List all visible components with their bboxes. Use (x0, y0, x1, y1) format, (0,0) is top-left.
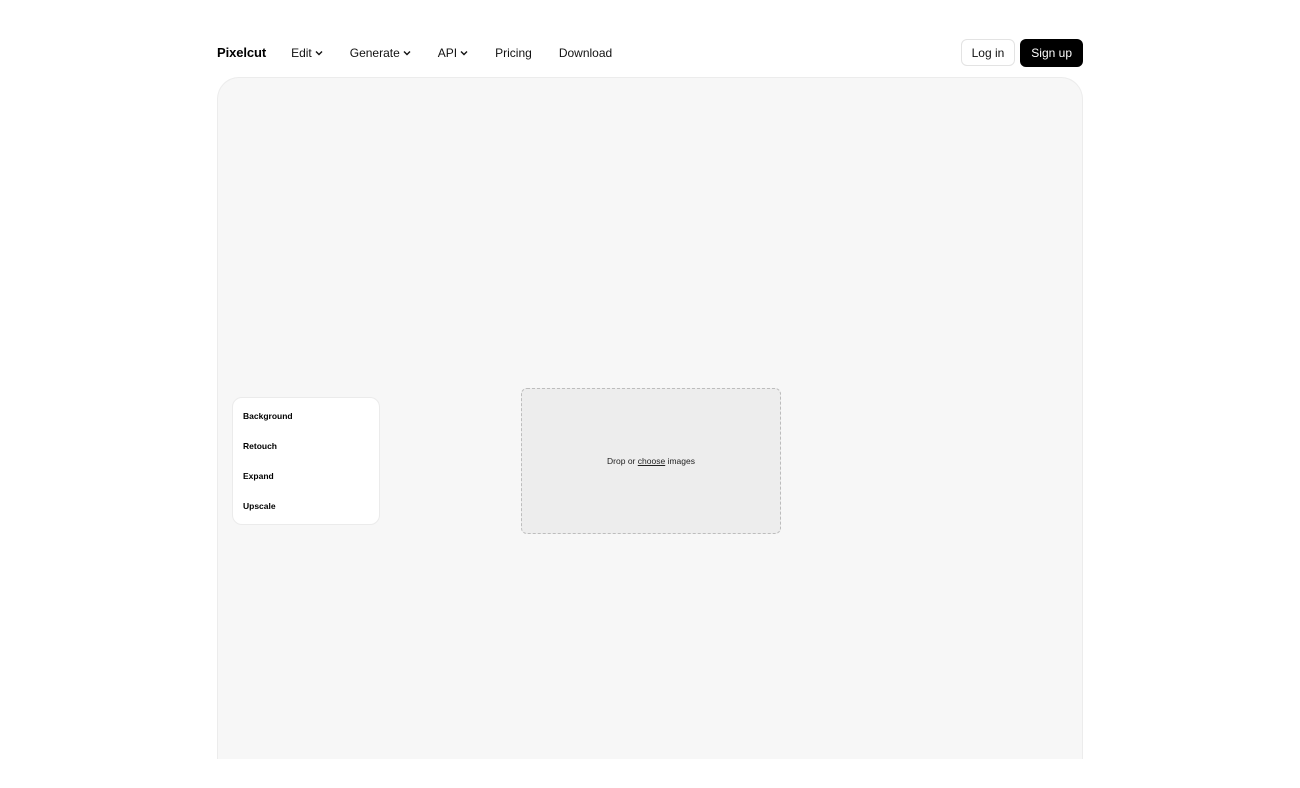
chevron-down-icon (460, 50, 468, 55)
editor-workspace: Background Retouch Expand Upscale Drop o… (217, 77, 1083, 767)
dropzone-text: Drop or choose images (607, 456, 695, 466)
nav-left: Pixelcut Edit Generate API Pricing Downl… (217, 38, 639, 67)
tool-expand[interactable]: Expand (243, 469, 379, 499)
nav-download-label: Download (558, 45, 613, 60)
nav-pricing[interactable]: Pricing (495, 46, 532, 60)
choose-images-link[interactable]: choose (638, 456, 665, 466)
nav-right: Log in Sign up (960, 38, 1083, 67)
image-dropzone[interactable]: Drop or choose images (521, 388, 781, 534)
login-button[interactable]: Log in (960, 39, 1016, 66)
nav-download[interactable]: Download (559, 46, 612, 60)
chevron-down-icon (315, 50, 323, 55)
dropzone-suffix: images (665, 456, 695, 466)
nav-generate[interactable]: Generate (350, 46, 411, 60)
nav-edit[interactable]: Edit (291, 46, 323, 60)
nav-edit-label: Edit (291, 45, 312, 60)
tools-panel: Background Retouch Expand Upscale (232, 397, 380, 525)
nav-generate-label: Generate (349, 45, 400, 60)
nav-api[interactable]: API (438, 46, 468, 60)
chevron-down-icon (403, 50, 411, 55)
signup-button[interactable]: Sign up (1020, 38, 1083, 67)
dropzone-prefix: Drop or (607, 456, 638, 466)
top-nav: Pixelcut Edit Generate API Pricing Downl… (217, 38, 1083, 67)
tool-background[interactable]: Background (243, 409, 379, 439)
tool-retouch[interactable]: Retouch (243, 439, 379, 469)
logo[interactable]: Pixelcut (217, 45, 266, 60)
nav-pricing-label: Pricing (495, 45, 532, 60)
page-bottom-area (0, 759, 1300, 788)
nav-api-label: API (437, 45, 458, 60)
tool-upscale[interactable]: Upscale (243, 499, 379, 529)
page: Pixelcut Edit Generate API Pricing Downl… (0, 0, 1300, 788)
